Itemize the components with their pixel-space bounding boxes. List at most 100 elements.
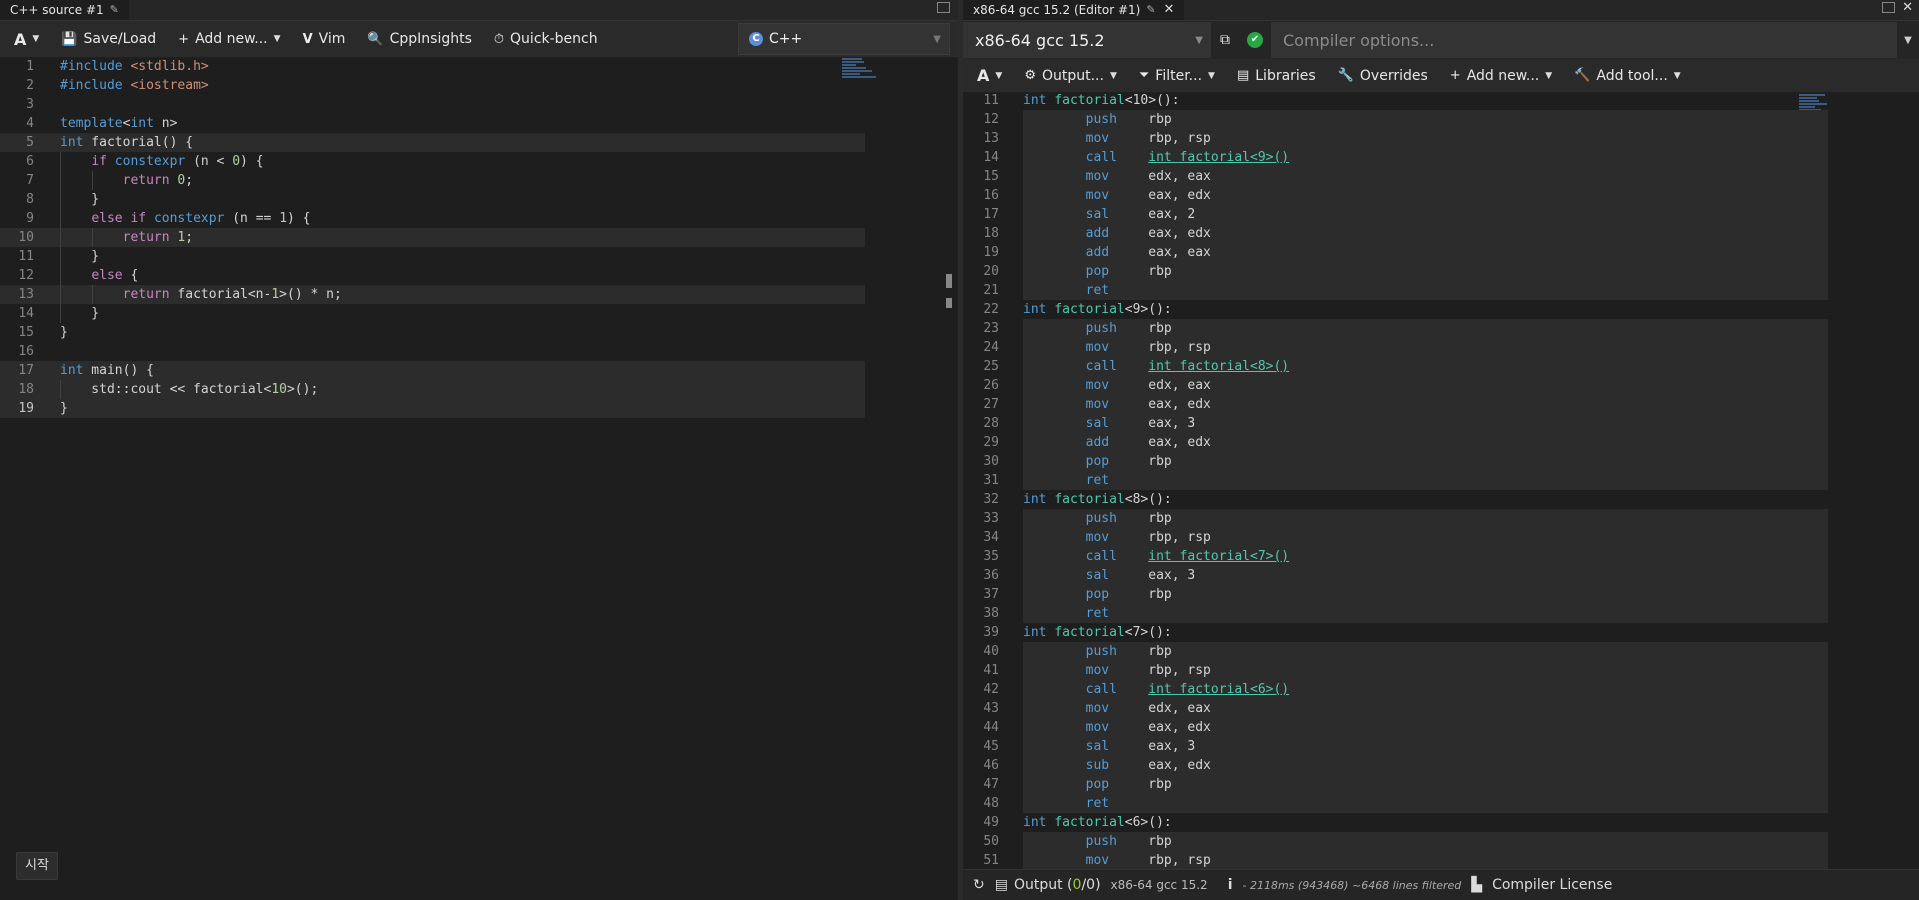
line-number: 30	[983, 454, 999, 469]
asm-instruction-row[interactable]: 38 ret	[963, 604, 1828, 623]
libraries-button[interactable]: ▤ Libraries	[1229, 64, 1324, 88]
asm-instruction-row[interactable]: 34 mov rbp, rsp	[963, 528, 1828, 547]
popout-icon[interactable]: ⧉	[1211, 22, 1239, 58]
asm-instruction-row[interactable]: 51 mov rbp, rsp	[963, 851, 1828, 870]
source-line[interactable]: 14 }	[0, 304, 865, 323]
maximize-icon[interactable]	[1882, 2, 1895, 13]
pencil-icon[interactable]: ✎	[110, 0, 119, 20]
filter-button[interactable]: ⏷ Filter... ▼	[1131, 64, 1223, 88]
asm-instruction-row[interactable]: 13 mov rbp, rsp	[963, 129, 1828, 148]
output-toggle[interactable]: ▤ Output (0/0)	[995, 877, 1101, 893]
source-line[interactable]: 18 std::cout << factorial<10>();	[0, 380, 865, 399]
asm-instruction-row[interactable]: 28 sal eax, 3	[963, 414, 1828, 433]
asm-instruction-row[interactable]: 15 mov edx, eax	[963, 167, 1828, 186]
close-icon[interactable]: ✕	[1164, 0, 1175, 20]
source-line[interactable]: 12 else {	[0, 266, 865, 285]
asm-instruction-row[interactable]: 41 mov rbp, rsp	[963, 661, 1828, 680]
source-line[interactable]: 7 return 0;	[0, 171, 865, 190]
source-line[interactable]: 1 #include <stdlib.h>	[0, 57, 865, 76]
source-line[interactable]: 11 }	[0, 247, 865, 266]
asm-instruction-row[interactable]: 24 mov rbp, rsp	[963, 338, 1828, 357]
asm-instruction-row[interactable]: 19 add eax, eax	[963, 243, 1828, 262]
source-line[interactable]: 10 return 1;	[0, 228, 865, 247]
asm-instruction-row[interactable]: 46 sub eax, edx	[963, 756, 1828, 775]
source-line[interactable]: 3	[0, 95, 865, 114]
asm-instruction-row[interactable]: 12 push rbp	[963, 110, 1828, 129]
asm-label-row[interactable]: 11 int factorial<10>():	[963, 91, 1828, 110]
compiler-picker[interactable]: x86-64 gcc 15.2 ▼	[963, 22, 1211, 58]
source-line[interactable]: 6 if constexpr (n < 0) {	[0, 152, 865, 171]
options-dropdown-icon[interactable]: ▼	[1897, 35, 1919, 46]
language-select[interactable]: C C++ ▼	[738, 23, 950, 55]
assembly-output[interactable]: 11 int factorial<10>(): 12 push rbp 13 mov …	[963, 91, 1919, 870]
asm-instruction-row[interactable]: 26 mov edx, eax	[963, 376, 1828, 395]
source-line[interactable]: 8 }	[0, 190, 865, 209]
font-size-button[interactable]: A ▼	[969, 62, 1010, 89]
source-line[interactable]: 5 int factorial() {	[0, 133, 865, 152]
asm-instruction-row[interactable]: 17 sal eax, 2	[963, 205, 1828, 224]
asm-instruction-row[interactable]: 40 push rbp	[963, 642, 1828, 661]
asm-label-row[interactable]: 39 int factorial<7>():	[963, 623, 1828, 642]
source-line[interactable]: 2 #include <iostream>	[0, 76, 865, 95]
asm-instruction-row[interactable]: 14 call int factorial<9>()	[963, 148, 1828, 167]
asm-label-row[interactable]: 22 int factorial<9>():	[963, 300, 1828, 319]
asm-instruction-row[interactable]: 50 push rbp	[963, 832, 1828, 851]
asm-instruction-row[interactable]: 16 mov eax, edx	[963, 186, 1828, 205]
asm-instruction-row[interactable]: 31 ret	[963, 471, 1828, 490]
quickbench-button[interactable]: ⏱ Quick-bench	[486, 27, 606, 51]
pencil-icon[interactable]: ✎	[1146, 0, 1155, 20]
scrollbar-marker[interactable]	[946, 298, 952, 308]
refresh-icon[interactable]: ↻	[973, 877, 985, 893]
code-editor[interactable]: 1 #include <stdlib.h> 2 #include <iostream>…	[0, 57, 958, 900]
asm-instruction-row[interactable]: 36 sal eax, 3	[963, 566, 1828, 585]
source-line[interactable]: 9 else if constexpr (n == 1) {	[0, 209, 865, 228]
asm-instruction-row[interactable]: 43 mov edx, eax	[963, 699, 1828, 718]
source-line[interactable]: 19}	[0, 399, 865, 418]
scrollbar-marker[interactable]	[946, 274, 952, 288]
asm-instruction-row[interactable]: 27 mov eax, edx	[963, 395, 1828, 414]
asm-instruction-row[interactable]: 42 call int factorial<6>()	[963, 680, 1828, 699]
asm-instruction-row[interactable]: 30 pop rbp	[963, 452, 1828, 471]
add-new-button[interactable]: + Add new... ▼	[1442, 64, 1560, 88]
asm-instruction-row[interactable]: 18 add eax, edx	[963, 224, 1828, 243]
line-number: 13	[983, 131, 999, 146]
tab-compiler[interactable]: x86-64 gcc 15.2 (Editor #1) ✎ ✕	[963, 0, 1185, 20]
compiler-options-input[interactable]: Compiler options...	[1271, 22, 1897, 58]
asm-instruction-row[interactable]: 23 push rbp	[963, 319, 1828, 338]
asm-instruction-row[interactable]: 44 mov eax, edx	[963, 718, 1828, 737]
source-line[interactable]: 16	[0, 342, 865, 361]
line-number: 18	[18, 382, 34, 397]
asm-instruction-row[interactable]: 35 call int factorial<7>()	[963, 547, 1828, 566]
compiler-license-link[interactable]: Compiler License	[1492, 877, 1612, 893]
add-tool-button[interactable]: 🔨 Add tool... ▼	[1566, 64, 1689, 88]
asm-instruction-row[interactable]: 47 pop rbp	[963, 775, 1828, 794]
success-icon[interactable]: ✔	[1247, 32, 1263, 48]
line-number: 37	[983, 587, 999, 602]
asm-instruction-row[interactable]: 37 pop rbp	[963, 585, 1828, 604]
source-line[interactable]: 13 return factorial<n-1>() * n;	[0, 285, 865, 304]
asm-instruction-row[interactable]: 25 call int factorial<8>()	[963, 357, 1828, 376]
font-size-button[interactable]: A ▼	[6, 26, 47, 53]
tab-cpp-source[interactable]: C++ source #1 ✎	[0, 0, 129, 20]
asm-instruction-row[interactable]: 33 push rbp	[963, 509, 1828, 528]
maximize-icon[interactable]	[937, 2, 950, 13]
overrides-button[interactable]: 🔧 Overrides	[1330, 64, 1436, 88]
asm-instruction-row[interactable]: 29 add eax, edx	[963, 433, 1828, 452]
source-line[interactable]: 4 template<int n>	[0, 114, 865, 133]
asm-instruction-row[interactable]: 20 pop rbp	[963, 262, 1828, 281]
asm-instruction-row[interactable]: 21 ret	[963, 281, 1828, 300]
save-load-button[interactable]: 💾 Save/Load	[53, 27, 164, 51]
source-line[interactable]: 17 int main() {	[0, 361, 865, 380]
cppinsights-button[interactable]: 🔍 CppInsights	[359, 27, 479, 51]
asm-label-row[interactable]: 49 int factorial<6>():	[963, 813, 1828, 832]
asm-label-row[interactable]: 32 int factorial<8>():	[963, 490, 1828, 509]
output-button[interactable]: ⚙ Output... ▼	[1016, 64, 1125, 88]
start-tooltip[interactable]: 시작	[16, 852, 58, 880]
vim-button[interactable]: V Vim	[295, 27, 354, 51]
asm-instruction-row[interactable]: 45 sal eax, 3	[963, 737, 1828, 756]
source-line[interactable]: 15}	[0, 323, 865, 342]
asm-instruction-row[interactable]: 48 ret	[963, 794, 1828, 813]
info-icon[interactable]: i	[1228, 877, 1233, 893]
close-pane-icon[interactable]: ✕	[1902, 0, 1913, 15]
add-new-button[interactable]: + Add new... ▼	[170, 27, 288, 51]
